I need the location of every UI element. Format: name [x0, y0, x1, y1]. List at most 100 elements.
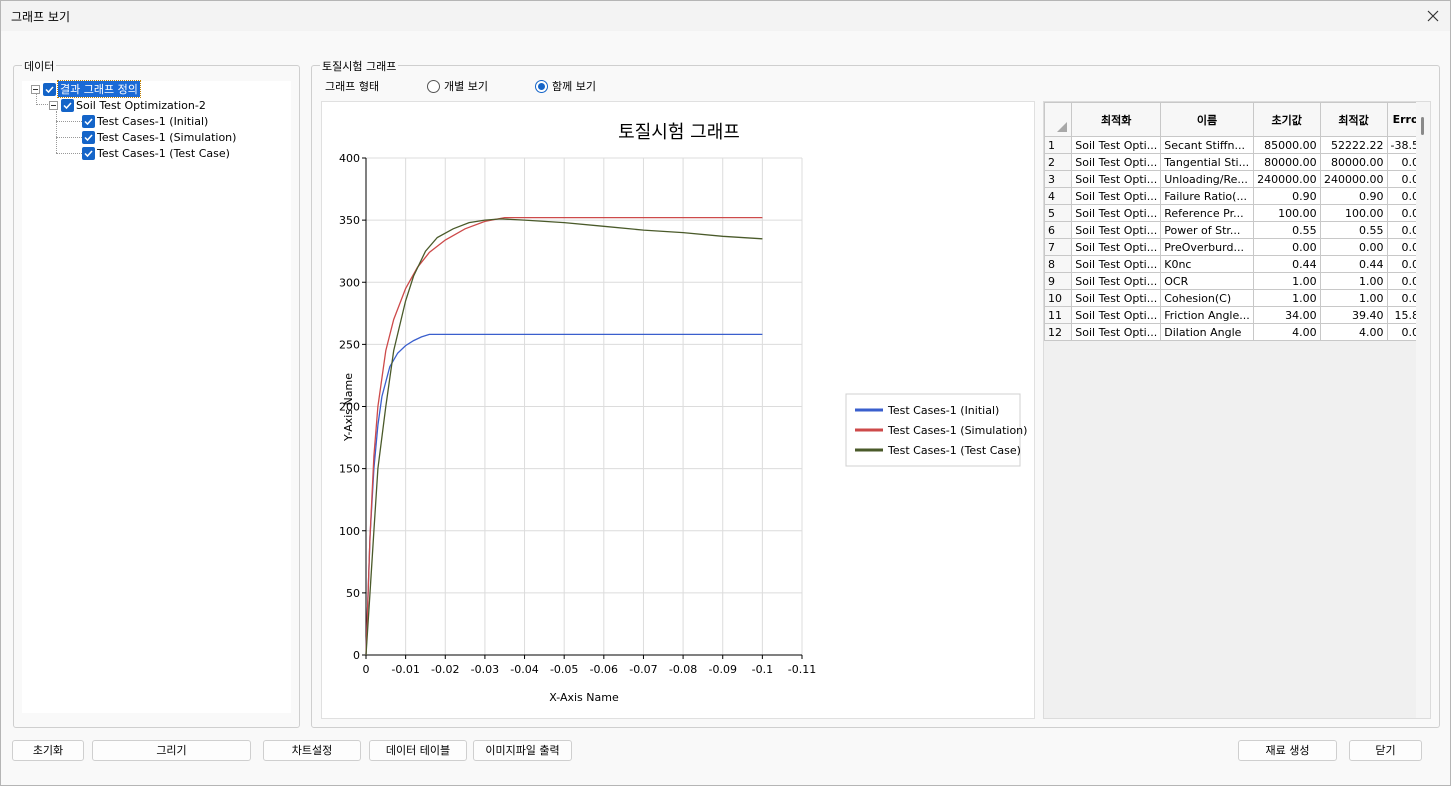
radio-individual[interactable]: 개별 보기 [427, 78, 488, 94]
table-row[interactable]: 3 Soil Test Opti... Unloading/Re... 240000.… [1043, 170, 1431, 188]
table-cell[interactable]: 39.40 [1319, 306, 1388, 324]
row-header[interactable]: 12 [1043, 323, 1073, 341]
scroll-thumb[interactable] [1421, 117, 1424, 135]
table-cell[interactable]: Secant Stiffn... [1160, 136, 1254, 154]
tree-leaf-row[interactable]: Test Cases-1 (Test Case) [82, 145, 230, 161]
table-cell[interactable]: 34.00 [1252, 306, 1321, 324]
row-header[interactable]: 3 [1043, 170, 1073, 188]
table-cell[interactable]: 0.00 [1252, 238, 1321, 256]
reset-button[interactable]: 초기화 [12, 740, 84, 761]
collapse-icon[interactable] [31, 84, 40, 94]
table-row[interactable]: 1 Soil Test Opti... Secant Stiffn... 85000.… [1043, 136, 1431, 154]
tree-leaf-row[interactable]: Test Cases-1 (Initial) [82, 113, 208, 129]
table-cell[interactable]: Failure Ratio(... [1160, 187, 1254, 205]
table-row[interactable]: 8 Soil Test Opti... K0nc 0.44 0.44 0.00 [1043, 255, 1431, 273]
checkbox-leaf-initial[interactable] [82, 114, 95, 128]
grid-corner[interactable] [1043, 102, 1073, 137]
table-cell[interactable]: 0.90 [1252, 187, 1321, 205]
row-header[interactable]: 5 [1043, 204, 1073, 222]
table-cell[interactable]: Soil Test Opti... [1071, 153, 1162, 171]
table-cell[interactable]: Soil Test Opti... [1071, 306, 1162, 324]
table-row[interactable]: 10 Soil Test Opti... Cohesion(C) 1.00 1.00 0.… [1043, 289, 1431, 307]
table-cell[interactable]: K0nc [1160, 255, 1254, 273]
table-cell[interactable]: 1.00 [1319, 272, 1388, 290]
table-cell[interactable]: 85000.00 [1252, 136, 1321, 154]
column-header[interactable]: 초기값 [1252, 102, 1321, 137]
table-cell[interactable]: Dilation Angle [1160, 323, 1254, 341]
row-header[interactable]: 2 [1043, 153, 1073, 171]
row-header[interactable]: 10 [1043, 289, 1073, 307]
checkbox-leaf-testcase[interactable] [82, 146, 95, 160]
row-header[interactable]: 6 [1043, 221, 1073, 239]
collapse-icon[interactable] [49, 100, 58, 110]
table-cell[interactable]: Friction Angle... [1160, 306, 1254, 324]
checkbox-child[interactable] [61, 98, 74, 112]
table-row[interactable]: 2 Soil Test Opti... Tangential Sti... 80000… [1043, 153, 1431, 171]
table-row[interactable]: 7 Soil Test Opti... PreOverburd... 0.00 0.00… [1043, 238, 1431, 256]
table-cell[interactable]: PreOverburd... [1160, 238, 1254, 256]
table-cell[interactable]: 4.00 [1319, 323, 1388, 341]
chart-settings-button[interactable]: 차트설정 [263, 740, 361, 761]
table-cell[interactable]: 80000.00 [1252, 153, 1321, 171]
table-cell[interactable]: Power of Str... [1160, 221, 1254, 239]
table-cell[interactable]: 0.44 [1252, 255, 1321, 273]
table-cell[interactable]: Cohesion(C) [1160, 289, 1254, 307]
tree-child-row[interactable]: Soil Test Optimization-2 [49, 97, 206, 113]
table-row[interactable]: 9 Soil Test Opti... OCR 1.00 1.00 0.00 [1043, 272, 1431, 290]
table-cell[interactable]: 0.55 [1252, 221, 1321, 239]
table-cell[interactable]: 240000.00 [1252, 170, 1321, 188]
row-header[interactable]: 9 [1043, 272, 1073, 290]
table-cell[interactable]: 0.44 [1319, 255, 1388, 273]
data-table-button[interactable]: 데이터 테이블 [369, 740, 467, 761]
table-cell[interactable]: OCR [1160, 272, 1254, 290]
table-cell[interactable]: Soil Test Opti... [1071, 136, 1162, 154]
table-cell[interactable]: 0.55 [1319, 221, 1388, 239]
radio-individual-icon[interactable] [427, 79, 440, 93]
image-export-button[interactable]: 이미지파일 출력 [473, 740, 572, 761]
table-cell[interactable]: 4.00 [1252, 323, 1321, 341]
table-cell[interactable]: 240000.00 [1319, 170, 1388, 188]
table-cell[interactable]: Tangential Sti... [1160, 153, 1254, 171]
table-cell[interactable]: Reference Pr... [1160, 204, 1254, 222]
tree-leaf-row[interactable]: Test Cases-1 (Simulation) [82, 129, 236, 145]
table-row[interactable]: 4 Soil Test Opti... Failure Ratio(... 0.90 0… [1043, 187, 1431, 205]
table-cell[interactable]: 100.00 [1252, 204, 1321, 222]
table-cell[interactable]: 0.90 [1319, 187, 1388, 205]
table-cell[interactable]: 1.00 [1252, 289, 1321, 307]
column-header[interactable]: 최적화 [1071, 102, 1162, 137]
row-header[interactable]: 4 [1043, 187, 1073, 205]
row-header[interactable]: 11 [1043, 306, 1073, 324]
create-material-button[interactable]: 재료 생성 [1238, 740, 1337, 761]
table-cell[interactable]: 52222.22 [1319, 136, 1388, 154]
table-cell[interactable]: 0.00 [1319, 238, 1388, 256]
table-cell[interactable]: Soil Test Opti... [1071, 238, 1162, 256]
checkbox-leaf-simulation[interactable] [82, 130, 95, 144]
row-header[interactable]: 1 [1043, 136, 1073, 154]
table-cell[interactable]: Soil Test Opti... [1071, 221, 1162, 239]
table-cell[interactable]: Soil Test Opti... [1071, 272, 1162, 290]
table-cell[interactable]: Soil Test Opti... [1071, 187, 1162, 205]
radio-together[interactable]: 함께 보기 [535, 78, 596, 94]
row-header[interactable]: 7 [1043, 238, 1073, 256]
table-row[interactable]: 11 Soil Test Opti... Friction Angle... 34.0… [1043, 306, 1431, 324]
column-header[interactable]: 이름 [1160, 102, 1254, 137]
grid-scrollbar[interactable] [1416, 102, 1430, 718]
table-cell[interactable]: Soil Test Opti... [1071, 255, 1162, 273]
table-cell[interactable]: Soil Test Opti... [1071, 170, 1162, 188]
column-header[interactable]: 최적값 [1319, 102, 1388, 137]
table-cell[interactable]: 80000.00 [1319, 153, 1388, 171]
table-row[interactable]: 12 Soil Test Opti... Dilation Angle 4.00 4.0… [1043, 323, 1431, 341]
table-cell[interactable]: Soil Test Opti... [1071, 289, 1162, 307]
close-button[interactable]: 닫기 [1349, 740, 1422, 761]
checkbox-root[interactable] [43, 82, 56, 96]
table-cell[interactable]: Soil Test Opti... [1071, 323, 1162, 341]
row-header[interactable]: 8 [1043, 255, 1073, 273]
table-cell[interactable]: 100.00 [1319, 204, 1388, 222]
table-row[interactable]: 5 Soil Test Opti... Reference Pr... 100.00 1… [1043, 204, 1431, 222]
radio-together-icon[interactable] [535, 79, 548, 93]
tree-root-row[interactable]: 결과 그래프 정의 [31, 80, 141, 98]
table-cell[interactable]: Soil Test Opti... [1071, 204, 1162, 222]
table-cell[interactable]: 1.00 [1319, 289, 1388, 307]
close-icon[interactable] [1422, 5, 1444, 27]
table-cell[interactable]: Unloading/Re... [1160, 170, 1254, 188]
